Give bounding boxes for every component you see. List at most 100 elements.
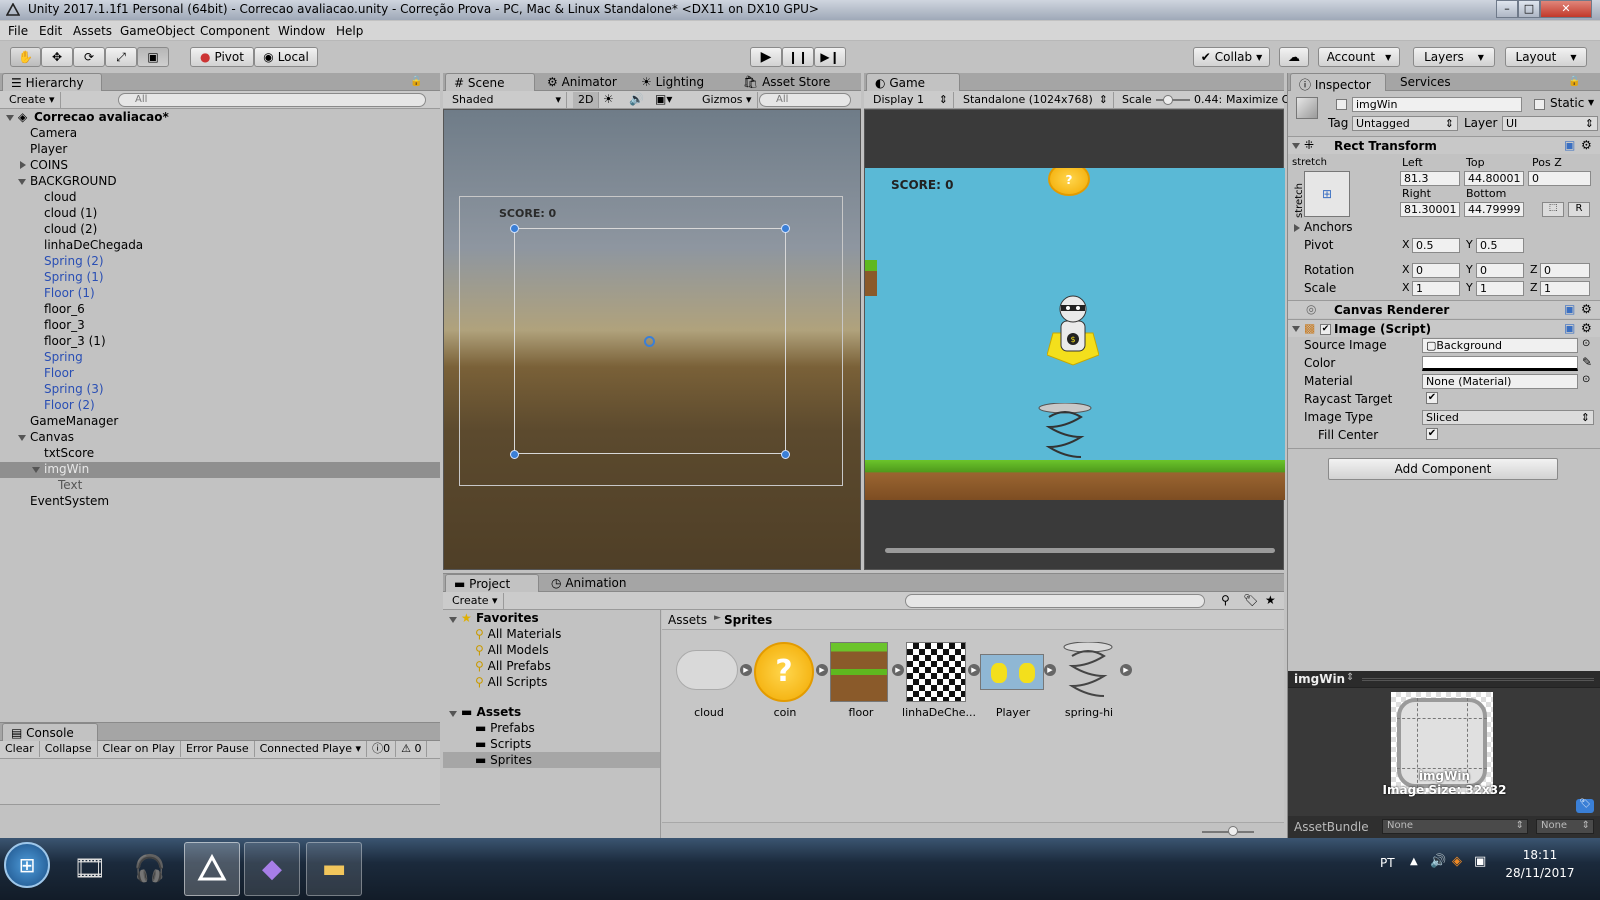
list-item[interactable]: txtScore xyxy=(44,446,94,462)
list-item[interactable]: Spring (3) xyxy=(44,382,104,398)
chevron-down-icon[interactable]: ⇕ xyxy=(1346,672,1354,683)
collapse-icon[interactable] xyxy=(1292,143,1300,149)
posz-field[interactable]: 0 xyxy=(1528,171,1591,186)
taskbar-app-visual-studio[interactable]: ◆ xyxy=(244,842,300,896)
list-item[interactable]: cloud (2) xyxy=(44,222,97,238)
pivot-x-field[interactable]: 0.5 xyxy=(1412,238,1460,253)
show-hidden-icons-icon[interactable]: ▲ xyxy=(1410,856,1418,867)
minimize-button[interactable]: – xyxy=(1496,0,1518,18)
gizmos-dropdown[interactable]: Gizmos ▾ xyxy=(697,92,758,108)
maximize-on-play-toggle[interactable]: Maximize O xyxy=(1226,93,1290,106)
clock-date[interactable]: 28/11/2017 xyxy=(1500,866,1580,880)
clear-on-play-button[interactable]: Clear on Play xyxy=(98,741,181,757)
raycast-target-checkbox[interactable]: ✔ xyxy=(1426,392,1438,404)
expand-sprite-icon[interactable]: ▶ xyxy=(1120,664,1132,676)
list-item[interactable]: cloud xyxy=(44,190,77,206)
error-count-toggle[interactable]: ⓘ0 xyxy=(367,741,397,757)
asset-coin[interactable]: ? ▶ coin xyxy=(750,642,828,722)
volume-icon[interactable]: 🔊 xyxy=(1430,854,1446,869)
move-tool-button[interactable]: ✥ xyxy=(41,47,73,67)
local-toggle[interactable]: ◉ Local xyxy=(254,47,318,67)
preview-header[interactable]: imgWin ⇕ xyxy=(1288,671,1600,688)
menu-component[interactable]: Component xyxy=(200,24,270,38)
asset-spring-hi[interactable]: ▶ spring-hi xyxy=(1054,642,1132,722)
filter-label-icon[interactable]: 🏷 xyxy=(1243,593,1258,607)
menu-file[interactable]: File xyxy=(8,24,28,38)
anchor-presets-button[interactable]: ⊞ xyxy=(1304,171,1350,217)
list-item[interactable]: Floor xyxy=(44,366,74,382)
tab-hierarchy[interactable]: ☰ Hierarchy xyxy=(2,73,102,91)
active-checkbox[interactable] xyxy=(1336,99,1347,110)
rect-handle-top-right[interactable] xyxy=(781,224,790,233)
expand-icon[interactable] xyxy=(6,115,14,121)
asset-cloud[interactable]: ▶ cloud xyxy=(674,642,752,722)
top-field[interactable]: 44.80001 xyxy=(1464,171,1524,186)
filter-type-icon[interactable]: ⚲ xyxy=(1221,593,1230,607)
taskbar-app-unity[interactable] xyxy=(184,842,240,896)
gear-icon[interactable]: ⚙ xyxy=(1581,302,1592,316)
lock-icon[interactable]: 🔒 xyxy=(1568,76,1580,87)
asset-label-tag-icon[interactable]: 🏷 xyxy=(1576,799,1594,813)
tab-project[interactable]: ▬ Project xyxy=(445,574,539,592)
scene-viewport[interactable]: SCORE: 0 xyxy=(443,109,861,570)
layers-dropdown[interactable]: Layers ▼ xyxy=(1413,47,1495,67)
fill-center-checkbox[interactable]: ✔ xyxy=(1426,428,1438,440)
favorites-header[interactable]: ★ Favorites xyxy=(461,611,539,625)
rect-handle-top-left[interactable] xyxy=(510,224,519,233)
rect-transform-header[interactable]: ⁜ Rect Transform ▣ ⚙ xyxy=(1288,136,1600,154)
tray-app-icon[interactable]: ◈ xyxy=(1452,854,1462,869)
collapse-icon[interactable] xyxy=(1292,326,1300,332)
pause-button[interactable]: ❙❙ xyxy=(782,47,814,67)
image-type-dropdown[interactable]: Sliced ⇕ xyxy=(1422,410,1594,425)
rotation-y-field[interactable]: 0 xyxy=(1476,263,1524,278)
collapse-icon[interactable] xyxy=(32,467,40,473)
list-item[interactable]: Camera xyxy=(30,126,77,142)
rect-handle-bottom-left[interactable] xyxy=(510,450,519,459)
menu-edit[interactable]: Edit xyxy=(39,24,62,38)
expand-icon[interactable] xyxy=(1294,224,1300,232)
tab-animation[interactable]: ◷ Animation xyxy=(543,574,633,592)
tag-dropdown[interactable]: Untagged ⇕ xyxy=(1352,116,1458,131)
scale-z-field[interactable]: 1 xyxy=(1540,281,1590,296)
network-icon[interactable]: ▣ xyxy=(1474,854,1486,869)
right-field[interactable]: 81.30001 xyxy=(1400,202,1460,217)
rotate-tool-button[interactable]: ⟳ xyxy=(73,47,105,67)
chevron-down-icon[interactable]: ▼ xyxy=(1588,98,1594,107)
tab-scene[interactable]: # Scene xyxy=(445,73,535,91)
list-item[interactable]: floor_6 xyxy=(44,302,85,318)
list-item[interactable]: Floor (1) xyxy=(44,286,95,302)
anchors-label[interactable]: Anchors xyxy=(1304,220,1353,234)
tab-lighting[interactable]: ☀ Lighting xyxy=(633,73,710,91)
menu-window[interactable]: Window xyxy=(278,24,325,38)
layout-dropdown[interactable]: Layout ▼ xyxy=(1505,47,1587,67)
material-field[interactable]: None (Material) xyxy=(1422,374,1578,389)
collapse-icon[interactable] xyxy=(449,617,457,623)
raw-edit-button[interactable]: R xyxy=(1568,202,1590,217)
clock-time[interactable]: 18:11 xyxy=(1500,848,1580,862)
list-item[interactable]: COINS xyxy=(30,158,68,174)
image-enabled-checkbox[interactable]: ✔ xyxy=(1320,324,1331,335)
tab-asset-store[interactable]: 🛍 Asset Store xyxy=(735,73,836,91)
eyedropper-icon[interactable]: ✎ xyxy=(1582,355,1592,369)
pivot-toggle[interactable]: ● Pivot xyxy=(190,47,254,67)
lock-icon[interactable]: 🔒 xyxy=(410,76,422,87)
collapse-button[interactable]: Collapse xyxy=(40,741,98,757)
help-book-icon[interactable]: ▣ xyxy=(1564,138,1575,152)
menu-help[interactable]: Help xyxy=(336,24,363,38)
list-item[interactable]: cloud (1) xyxy=(44,206,97,222)
scale-slider-thumb[interactable] xyxy=(1162,95,1173,105)
left-field[interactable]: 81.3 xyxy=(1400,171,1460,186)
collapse-icon[interactable] xyxy=(18,179,26,185)
gear-icon[interactable]: ⚙ xyxy=(1581,138,1592,152)
asset-linhadechegada[interactable]: ▶ linhaDeChe... xyxy=(902,642,980,722)
shading-mode-dropdown[interactable]: Shaded ▾ xyxy=(447,92,567,108)
scale-slider-track[interactable] xyxy=(1156,99,1190,101)
fav-all-prefabs[interactable]: ⚲ All Prefabs xyxy=(475,659,551,673)
assetbundle-dropdown[interactable]: None ⇕ xyxy=(1382,819,1528,834)
toggle-2d-button[interactable]: 2D xyxy=(573,92,600,108)
game-horizontal-scrollbar[interactable] xyxy=(885,548,1275,553)
fav-all-models[interactable]: ⚲ All Models xyxy=(475,643,549,657)
warning-count-toggle[interactable]: ⚠ 0 xyxy=(396,741,428,757)
tab-animator[interactable]: ⚙ Animator xyxy=(539,73,623,91)
favorite-star-icon[interactable]: ★ xyxy=(1265,593,1276,607)
